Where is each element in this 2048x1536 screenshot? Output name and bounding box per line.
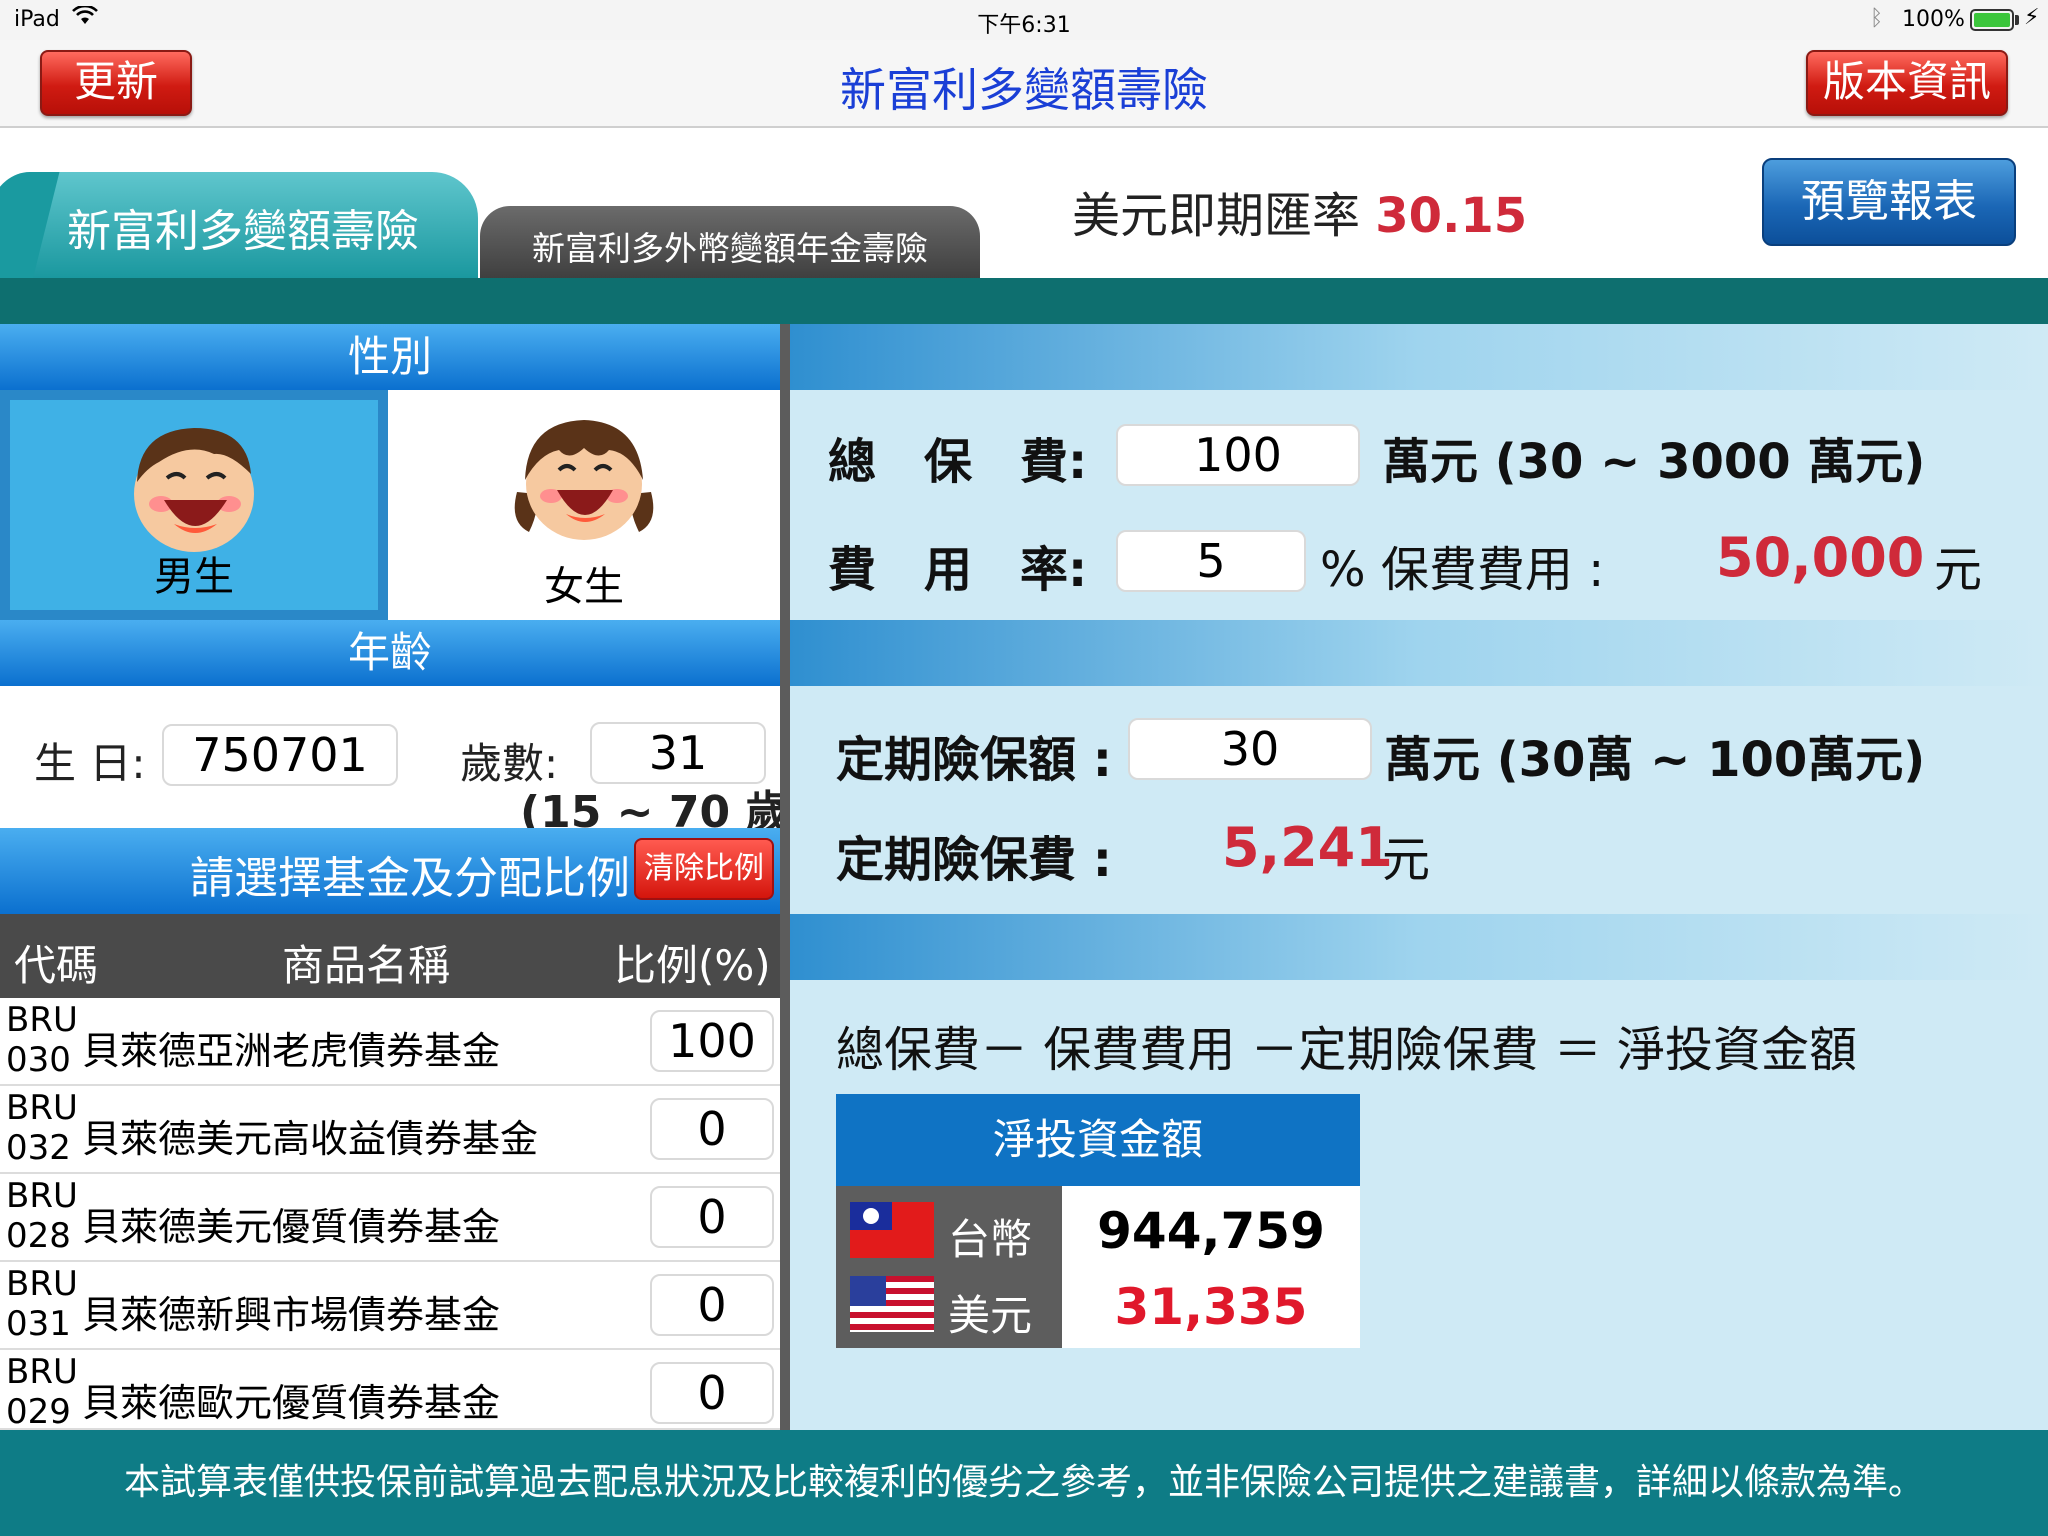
term-premium-label: 定期險保費 : bbox=[836, 832, 1112, 888]
fund-name: 貝萊德新興市場債券基金 bbox=[82, 1293, 501, 1337]
fund-row[interactable]: BRU 029 貝萊德歐元優質債券基金 0 bbox=[0, 1350, 780, 1432]
col-code: 代碼 bbox=[14, 941, 99, 990]
page-title: 新富利多變額壽險 bbox=[840, 63, 1208, 117]
fund-header: 請選擇基金及分配比例 清除比例 bbox=[0, 828, 780, 914]
exchange-rate-value: 30.15 bbox=[1375, 188, 1528, 244]
net-investment-box: 淨投資金額 台幣 美元 944,759 31,335 bbox=[836, 1094, 1360, 1348]
net-investment-header: 淨投資金額 bbox=[836, 1094, 1360, 1186]
usd-amount: 31,335 bbox=[1114, 1278, 1308, 1336]
version-info-button[interactable]: 版本資訊 bbox=[1806, 50, 2008, 116]
currency-labels: 台幣 美元 bbox=[836, 1186, 1062, 1348]
battery-tip bbox=[2015, 15, 2019, 25]
fee-unit: 元 bbox=[1934, 542, 1983, 598]
tab-label: 新富利多變額壽險 bbox=[67, 206, 419, 257]
fund-name: 貝萊德歐元優質債券基金 bbox=[82, 1381, 501, 1425]
term-premium-value: 5,241 bbox=[1222, 816, 1393, 879]
exchange-rate: 美元即期匯率 30.15 bbox=[1072, 176, 1527, 246]
fee-label: % 保費費用 : bbox=[1320, 542, 1605, 598]
usd-label: 美元 bbox=[948, 1291, 1033, 1340]
disclaimer-footer: 本試算表僅供投保前試算過去配息狀況及比較複利的優劣之參考，並非保險公司提供之建議… bbox=[0, 1430, 2048, 1536]
fund-name: 貝萊德美元優質債券基金 bbox=[82, 1205, 501, 1249]
formula-text: 總保費－ 保費費用 －定期險保費 ＝ 淨投資金額 bbox=[836, 1022, 1858, 1078]
fund-row[interactable]: BRU 028 貝萊德美元優質債券基金 0 bbox=[0, 1174, 780, 1262]
twd-amount: 944,759 bbox=[1097, 1202, 1325, 1260]
tab-label: 新富利多外幣變額年金壽險 bbox=[532, 229, 928, 268]
status-bar: iPad 下午6:31 ᛒ 100% ⚡ bbox=[0, 0, 2048, 40]
fund-code: BRU 031 bbox=[6, 1264, 78, 1344]
net-amounts: 944,759 31,335 bbox=[1062, 1186, 1360, 1348]
boy-face-icon bbox=[134, 428, 254, 552]
preview-report-button[interactable]: 預覽報表 bbox=[1762, 158, 2016, 246]
birthday-label: 生 日: bbox=[34, 739, 146, 788]
gender-female-option[interactable]: 女生 bbox=[388, 390, 780, 620]
fund-row[interactable]: BRU 032 貝萊德美元高收益債券基金 0 bbox=[0, 1086, 780, 1174]
col-name: 商品名稱 bbox=[282, 941, 451, 990]
band-term bbox=[790, 620, 2048, 686]
bluetooth-icon: ᛒ bbox=[1870, 6, 1884, 31]
band-premium bbox=[790, 324, 2048, 390]
fund-ratio-field[interactable]: 0 bbox=[650, 1362, 774, 1424]
fund-ratio-field[interactable]: 100 bbox=[650, 1010, 774, 1072]
total-premium-unit: 萬元 (30 ~ 3000 萬元) bbox=[1382, 434, 1926, 490]
fund-code: BRU 029 bbox=[6, 1352, 78, 1432]
age-header: 年齡 bbox=[0, 620, 780, 686]
column-divider bbox=[780, 324, 790, 1430]
term-amount-label: 定期險保額 : bbox=[836, 732, 1112, 788]
fund-row[interactable]: BRU 031 貝萊德新興市場債券基金 0 bbox=[0, 1262, 780, 1350]
fee-rate-label: 費 用 率: bbox=[828, 542, 1088, 598]
term-amount-field[interactable]: 30 bbox=[1128, 718, 1372, 780]
age-field[interactable]: 31 bbox=[590, 722, 766, 784]
girl-face-icon bbox=[514, 420, 654, 540]
fund-code: BRU 028 bbox=[6, 1176, 78, 1256]
fund-code: BRU 032 bbox=[6, 1088, 78, 1168]
fee-value: 50,000 bbox=[1716, 526, 1925, 589]
total-premium-label: 總 保 費: bbox=[828, 434, 1088, 490]
gender-female-label: 女生 bbox=[544, 564, 624, 610]
term-premium-unit: 元 bbox=[1382, 832, 1431, 888]
fund-ratio-field[interactable]: 0 bbox=[650, 1098, 774, 1160]
fund-row[interactable]: BRU 030 貝萊德亞洲老虎債券基金 100 bbox=[0, 998, 780, 1086]
fund-name: 貝萊德美元高收益債券基金 bbox=[82, 1117, 539, 1161]
fund-table-header: 代碼 商品名稱 比例(%) bbox=[0, 914, 780, 998]
fund-header-title: 請選擇基金及分配比例 bbox=[190, 853, 630, 904]
fund-ratio-field[interactable]: 0 bbox=[650, 1186, 774, 1248]
fund-ratio-field[interactable]: 0 bbox=[650, 1274, 774, 1336]
band-net bbox=[790, 914, 2048, 980]
us-flag-icon bbox=[850, 1276, 934, 1332]
tab-strip bbox=[0, 278, 2048, 324]
fund-name: 貝萊德亞洲老虎債券基金 bbox=[82, 1029, 501, 1073]
battery-icon bbox=[1970, 9, 2014, 31]
fund-code: BRU 030 bbox=[6, 1000, 78, 1080]
tab-variable-life[interactable]: 新富利多變額壽險 bbox=[8, 172, 478, 280]
charging-icon: ⚡ bbox=[2024, 5, 2040, 30]
birthday-field[interactable]: 750701 bbox=[162, 724, 398, 786]
tab-foreign-annuity[interactable]: 新富利多外幣變額年金壽險 bbox=[480, 206, 980, 280]
term-amount-unit: 萬元 (30萬 ~ 100萬元) bbox=[1384, 732, 1926, 788]
fee-rate-field[interactable]: 5 bbox=[1116, 530, 1306, 592]
clear-ratio-button[interactable]: 清除比例 bbox=[634, 838, 774, 900]
taiwan-flag-icon bbox=[850, 1202, 934, 1258]
gender-male-option[interactable]: 男生 bbox=[0, 390, 388, 620]
status-time: 下午6:31 bbox=[977, 13, 1071, 38]
exchange-rate-label: 美元即期匯率 bbox=[1072, 188, 1361, 244]
gender-male-label: 男生 bbox=[154, 554, 234, 600]
gender-header: 性別 bbox=[0, 324, 780, 390]
total-premium-field[interactable]: 100 bbox=[1116, 424, 1360, 486]
twd-label: 台幣 bbox=[948, 1215, 1033, 1264]
col-ratio: 比例(%) bbox=[614, 941, 771, 990]
battery-percent: 100% bbox=[1902, 7, 1965, 32]
